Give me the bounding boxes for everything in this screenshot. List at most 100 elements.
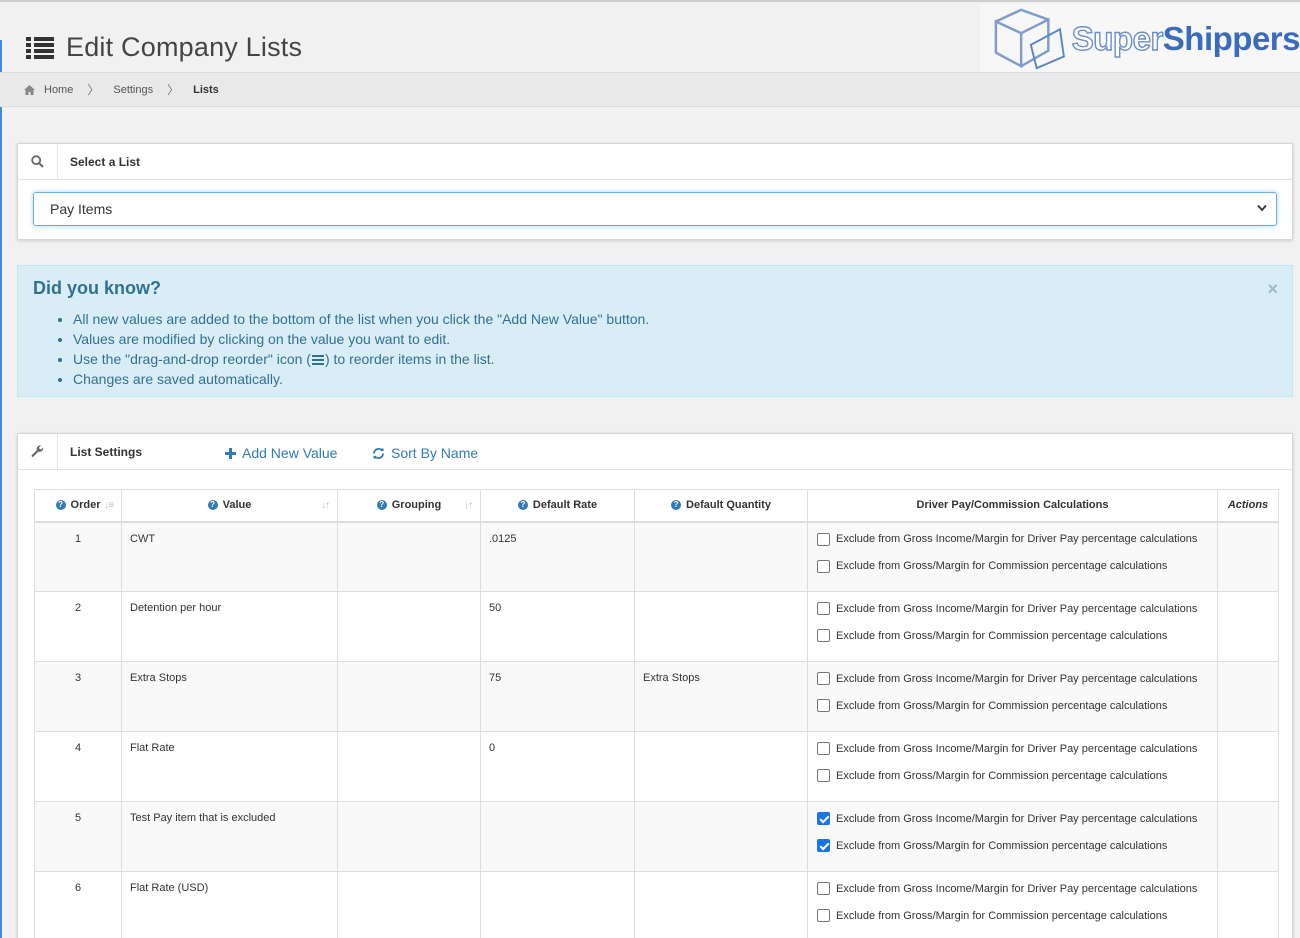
col-order[interactable]: ? Order ↓≡ [34, 489, 122, 523]
table-row[interactable]: 1 CWT .0125 Exclude from Gross Income/Margi… [34, 521, 1279, 592]
driver-pay-exclude-label: Exclude from Gross Income/Margin for Dri… [836, 672, 1198, 685]
page-title: Edit Company Lists [66, 32, 303, 62]
table-row[interactable]: 2 Detention per hour 50 Exclude from Gross … [34, 591, 1279, 662]
value-text: Flat Rate [130, 742, 175, 754]
commission-exclude-checkbox[interactable] [817, 629, 830, 642]
quantity-cell[interactable] [634, 591, 808, 662]
grouping-cell[interactable] [337, 591, 481, 662]
list-select[interactable]: Pay Items [33, 192, 1277, 226]
value-cell[interactable]: Detention per hour [121, 591, 338, 662]
order-cell[interactable]: 6 [34, 871, 122, 938]
driver-pay-exclude-checkbox[interactable] [817, 602, 830, 615]
col-default-rate: ? Default Rate [480, 489, 635, 523]
commission-exclude-checkbox[interactable] [817, 699, 830, 712]
rate-cell[interactable]: 75 [480, 661, 635, 732]
table-row[interactable]: 5 Test Pay item that is excluded Exclude f… [34, 801, 1279, 872]
commission-exclude-checkbox[interactable] [817, 769, 830, 782]
table-header-row: ? Order ↓≡ ? Value ↓↑ ? Grouping ↓↑ ? Default R… [34, 489, 1279, 523]
commission-exclude-option[interactable]: Exclude from Gross/Margin for Commission… [817, 699, 1217, 712]
col-value-label: Value [222, 499, 252, 512]
quantity-cell[interactable] [634, 801, 808, 872]
commission-exclude-checkbox[interactable] [817, 559, 830, 573]
driver-pay-exclude-checkbox[interactable] [817, 532, 830, 546]
alert-item: Values are modified by clicking on the v… [73, 329, 649, 349]
sort-by-name-label: Sort By Name [391, 445, 479, 461]
driver-pay-exclude-label: Exclude from Gross Income/Margin for Dri… [836, 742, 1198, 755]
alert-item: All new values are added to the bottom o… [73, 309, 649, 329]
grouping-cell[interactable] [337, 871, 481, 938]
quantity-cell[interactable] [634, 521, 808, 592]
driver-pay-exclude-option[interactable]: Exclude from Gross Income/Margin for Dri… [817, 742, 1217, 755]
breadcrumb-home[interactable]: Home [44, 84, 73, 96]
grouping-cell[interactable] [337, 521, 481, 592]
quantity-cell[interactable]: Extra Stops [634, 661, 808, 732]
order-cell[interactable]: 5 [34, 801, 122, 872]
order-cell[interactable]: 1 [34, 521, 122, 592]
order-value: 6 [74, 882, 82, 894]
table-row[interactable]: 6 Flat Rate (USD) Exclude from Gross Incom… [34, 871, 1279, 938]
alert-item-text: ) to reorder items in the list. [324, 351, 495, 367]
close-icon[interactable]: × [1267, 280, 1278, 298]
rate-cell[interactable] [480, 801, 635, 872]
actions-cell [1217, 731, 1279, 802]
col-grouping[interactable]: ? Grouping ↓↑ [337, 489, 481, 523]
rate-cell[interactable]: 0 [480, 731, 635, 802]
driver-pay-exclude-checkbox[interactable] [817, 882, 830, 895]
page-header: Edit Company Lists SuperShippers [0, 0, 1300, 74]
help-icon: ? [671, 500, 682, 511]
company-logo[interactable]: SuperShippers [980, 4, 1300, 74]
order-cell[interactable]: 3 [34, 661, 122, 732]
commission-exclude-option[interactable]: Exclude from Gross/Margin for Commission… [817, 559, 1217, 573]
driver-pay-exclude-option[interactable]: Exclude from Gross Income/Margin for Dri… [817, 602, 1217, 615]
value-cell[interactable]: Flat Rate [121, 731, 338, 802]
grouping-cell[interactable] [337, 661, 481, 732]
breadcrumb-settings[interactable]: Settings [113, 84, 153, 96]
sort-by-name-button[interactable]: Sort By Name [372, 445, 478, 461]
rate-cell[interactable]: .0125 [480, 521, 635, 592]
order-cell[interactable]: 4 [34, 731, 122, 802]
value-cell[interactable]: Flat Rate (USD) [121, 871, 338, 938]
value-cell[interactable]: CWT [121, 521, 338, 592]
home-icon [24, 84, 35, 95]
help-icon: ? [207, 500, 218, 511]
table-row[interactable]: 4 Flat Rate 0 Exclude from Gross Income/Mar… [34, 731, 1279, 802]
commission-exclude-option[interactable]: Exclude from Gross/Margin for Commission… [817, 769, 1217, 782]
chevron-down-icon [1257, 204, 1267, 212]
commission-exclude-option[interactable]: Exclude from Gross/Margin for Commission… [817, 909, 1217, 922]
alert-item: Use the "drag-and-drop reorder" icon () … [73, 349, 649, 369]
value-cell[interactable]: Extra Stops [121, 661, 338, 732]
order-cell[interactable]: 2 [34, 591, 122, 662]
driver-pay-exclude-checkbox[interactable] [817, 742, 830, 755]
commission-exclude-option[interactable]: Exclude from Gross/Margin for Commission… [817, 839, 1217, 852]
add-new-value-label: Add New Value [242, 445, 338, 461]
list-settings-panel: List Settings Add New Value Sort By Name… [17, 433, 1293, 938]
grouping-cell[interactable] [337, 801, 481, 872]
quantity-cell[interactable] [634, 871, 808, 938]
logo-text: SuperShippers [1071, 19, 1300, 58]
commission-exclude-label: Exclude from Gross/Margin for Commission… [836, 839, 1168, 852]
order-value: 5 [74, 812, 82, 824]
value-cell[interactable]: Test Pay item that is excluded [121, 801, 338, 872]
col-rate-label: Default Rate [532, 499, 598, 512]
add-new-value-button[interactable]: Add New Value [225, 445, 337, 461]
commission-exclude-checkbox[interactable] [817, 839, 830, 852]
chevron-right-icon: 〉 [87, 83, 100, 97]
driver-pay-exclude-checkbox[interactable] [817, 672, 830, 685]
quantity-cell[interactable] [634, 731, 808, 802]
table-body: 1 CWT .0125 Exclude from Gross Income/Margi… [34, 521, 1279, 938]
commission-exclude-option[interactable]: Exclude from Gross/Margin for Commission… [817, 629, 1217, 642]
rate-cell[interactable] [480, 871, 635, 938]
rate-cell[interactable]: 50 [480, 591, 635, 662]
grouping-cell[interactable] [337, 731, 481, 802]
commission-exclude-checkbox[interactable] [817, 909, 830, 922]
table-row[interactable]: 3 Extra Stops 75 Extra Stops Exclude from Gr… [34, 661, 1279, 732]
driver-pay-exclude-checkbox[interactable] [817, 812, 830, 825]
driver-pay-exclude-option[interactable]: Exclude from Gross Income/Margin for Dri… [817, 882, 1217, 895]
driver-pay-exclude-option[interactable]: Exclude from Gross Income/Margin for Dri… [817, 532, 1217, 546]
driver-pay-exclude-option[interactable]: Exclude from Gross Income/Margin for Dri… [817, 672, 1217, 685]
order-value: 4 [74, 742, 82, 754]
col-value[interactable]: ? Value ↓↑ [121, 489, 338, 523]
order-value: 2 [74, 602, 82, 614]
col-order-label: Order [70, 499, 101, 512]
driver-pay-exclude-option[interactable]: Exclude from Gross Income/Margin for Dri… [817, 812, 1217, 825]
